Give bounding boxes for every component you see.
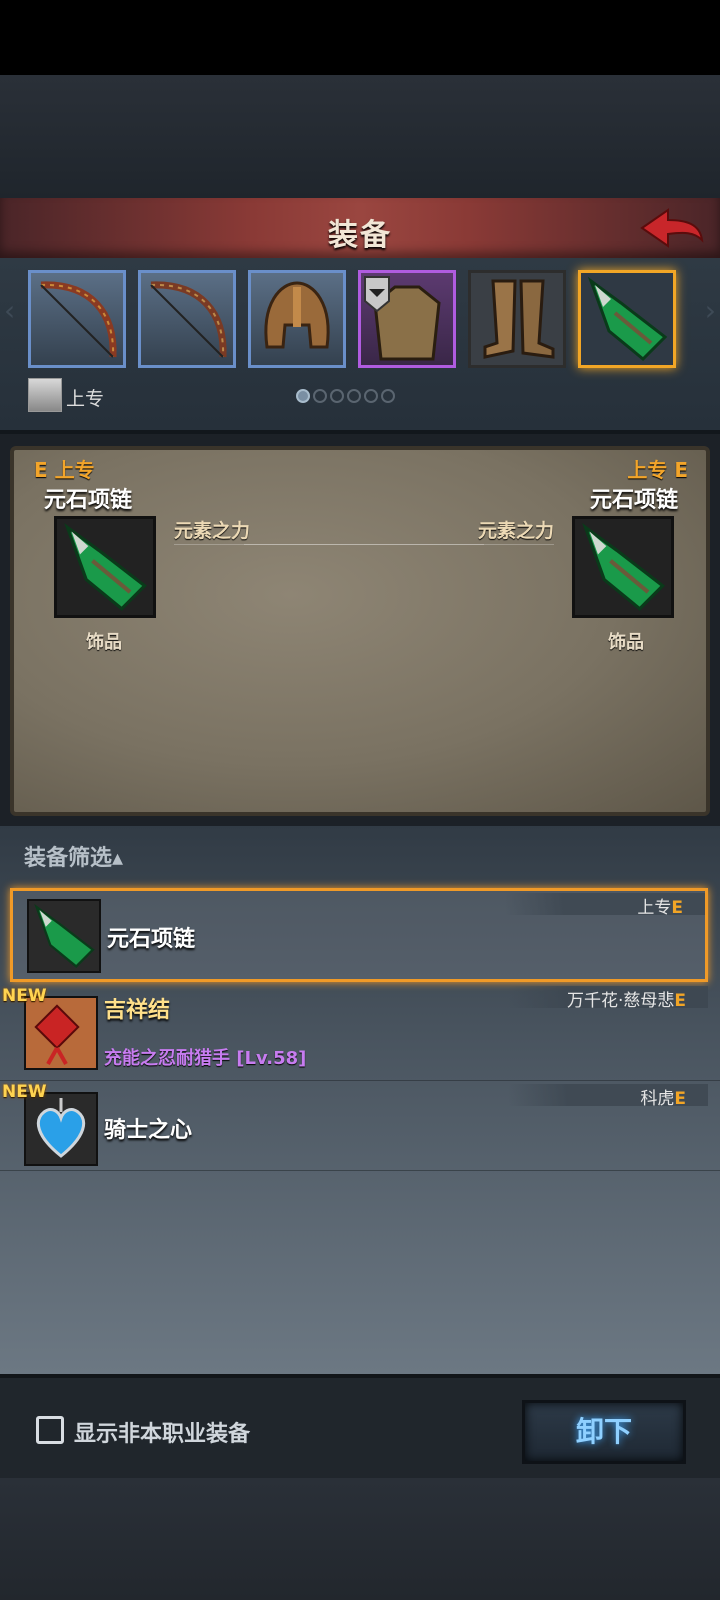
green-crystal-icon [34, 903, 95, 968]
row-divider [0, 1170, 720, 1171]
owner-name: 科虎 [640, 1089, 675, 1109]
chevron-left-icon[interactable]: ‹ [4, 294, 15, 327]
page-title: 装备 [328, 218, 392, 253]
page-dot [381, 389, 395, 403]
bow-icon [40, 281, 117, 358]
green-crystal-icon [582, 523, 666, 611]
slot-bow-2[interactable] [138, 270, 236, 368]
owner-suffix: E [674, 1089, 686, 1109]
item-owner: 万千花·慈母悲E [567, 986, 686, 1011]
avatar [28, 378, 62, 412]
list-item[interactable]: 万千花·慈母悲E 吉祥结 充能之忍耐猎手 [Lv.58] [10, 986, 708, 1078]
item-list-area: 装备筛选▴ 上专E 元石项链 万千花·慈母悲E 吉祥结 充能之忍耐猎手 [Lv.… [0, 826, 720, 1374]
chevron-right-icon[interactable]: › [705, 294, 716, 327]
slot-necklace-selected[interactable] [578, 270, 676, 368]
green-crystal-icon [587, 276, 668, 362]
item-icon [27, 899, 101, 973]
character-name: 上专 [66, 388, 105, 410]
list-item[interactable]: 科虎E 骑士之心 [10, 1084, 708, 1174]
status-bar-area [0, 0, 720, 75]
new-badge: NEW [2, 1082, 47, 1102]
back-arrow-icon[interactable] [638, 206, 706, 250]
set-bonus-label: 充能之忍耐猎手 [Lv.58] [104, 1048, 307, 1069]
right-owner-tag: 上专 E [627, 458, 688, 482]
owner-suffix: E [674, 991, 686, 1011]
comparison-panel: E 上专 上专 E 元石项链 元石项链 元素之力 元素之力 饰品 饰品 [10, 446, 710, 816]
right-stat-divider [244, 544, 554, 545]
row-divider [0, 1080, 720, 1081]
bow-icon [150, 281, 227, 358]
slot-boots[interactable] [468, 270, 566, 368]
new-badge: NEW [2, 986, 47, 1006]
left-stat-label: 元素之力 [174, 520, 251, 542]
item-icon [24, 1092, 98, 1166]
item-owner: 科虎E [640, 1084, 686, 1109]
unequip-button[interactable]: 卸下 [522, 1400, 686, 1464]
page-dot [330, 389, 344, 403]
list-item-selected[interactable]: 上专E 元石项链 [10, 888, 708, 982]
page-dot-active [296, 389, 310, 403]
green-crystal-icon [64, 523, 148, 611]
page-dot [313, 389, 327, 403]
owner-name: 万千花·慈母悲 [566, 991, 675, 1011]
slot-bow-1[interactable] [28, 270, 126, 368]
checkbox-label: 显示非本职业装备 [74, 1422, 251, 1447]
owner-name: 上专 [637, 898, 672, 918]
item-name: 吉祥结 [104, 998, 171, 1023]
right-item-name: 元石项链 [589, 488, 678, 513]
filter-toggle[interactable]: 装备筛选▴ [24, 840, 123, 872]
right-item-category: 饰品 [608, 632, 644, 653]
slot-helmet[interactable] [248, 270, 346, 368]
left-item-icon [54, 516, 156, 618]
equipment-slot-bar: ‹ › 上专 [0, 258, 720, 434]
left-item-name: 元石项链 [44, 488, 133, 513]
page-indicator [296, 388, 398, 407]
footer-bar: 显示非本职业装备 卸下 [0, 1374, 720, 1482]
header-banner: 装备 [0, 198, 720, 261]
owner-suffix: E [671, 898, 683, 918]
chinese-knot-icon [34, 1004, 80, 1065]
boots-icon [483, 279, 555, 359]
armor-icon [364, 276, 441, 361]
right-item-icon [572, 516, 674, 618]
heart-pendant-icon [36, 1098, 86, 1158]
helmet-icon [264, 281, 330, 349]
slot-armor[interactable] [358, 270, 456, 368]
item-name: 元石项链 [107, 927, 196, 952]
left-owner-tag: E 上专 [34, 458, 95, 482]
bottom-background [0, 1478, 720, 1600]
top-background [0, 75, 720, 198]
right-stat-label: 元素之力 [477, 520, 554, 542]
item-owner: 上专E [637, 893, 683, 918]
show-other-class-checkbox[interactable] [36, 1416, 64, 1444]
item-icon [24, 996, 98, 1070]
item-name: 骑士之心 [104, 1118, 193, 1143]
left-item-category: 饰品 [86, 632, 122, 653]
page-dot [347, 389, 361, 403]
page-dot [364, 389, 378, 403]
